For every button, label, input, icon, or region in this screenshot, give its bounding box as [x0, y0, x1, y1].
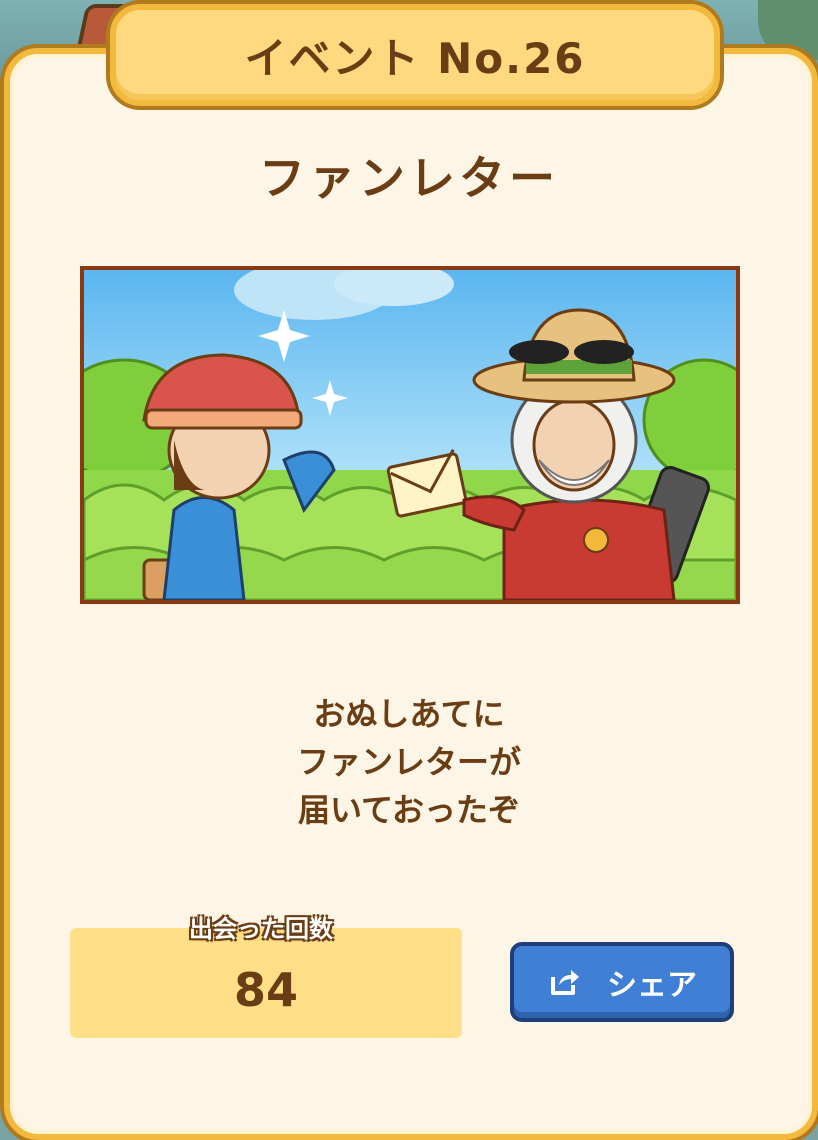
- event-illustration: [80, 266, 740, 604]
- event-title: イベント No.26: [244, 33, 586, 83]
- event-illustration-art: [84, 270, 736, 600]
- encounter-count-label: 出会った回数: [189, 915, 333, 943]
- event-name: ファンレター: [259, 151, 559, 205]
- event-message: おぬしあてに ファンレターが 届いておったぞ: [0, 690, 818, 834]
- event-title-tab: イベント No.26: [110, 4, 720, 106]
- encounter-count-value: 84: [233, 963, 298, 1017]
- share-icon: [547, 965, 581, 999]
- message-line: おぬしあてに: [313, 695, 505, 733]
- message-line: 届いておったぞ: [297, 791, 521, 829]
- share-button[interactable]: シェア: [510, 942, 734, 1022]
- share-label: シェア: [607, 968, 697, 1003]
- message-line: ファンレターが: [296, 743, 521, 781]
